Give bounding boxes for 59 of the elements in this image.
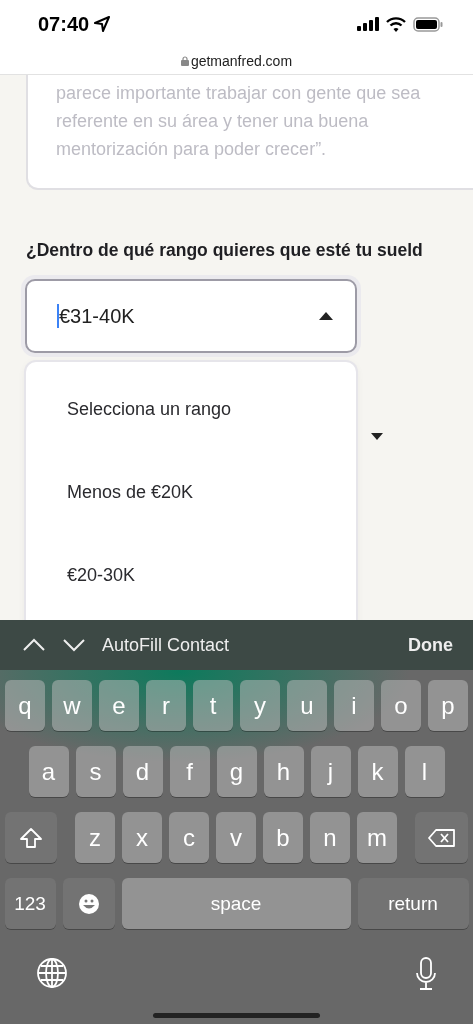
letter-key[interactable]: u [287, 680, 327, 731]
url-text[interactable]: getmanfred.com [190, 53, 293, 69]
letter-key[interactable]: y [240, 680, 280, 731]
autofill-label[interactable]: AutoFill Contact [102, 634, 392, 656]
clock-time: 07:40 [38, 12, 90, 36]
letter-key[interactable]: i [334, 680, 374, 731]
done-button[interactable]: Done [408, 634, 453, 656]
backspace-icon [427, 827, 456, 848]
emoji-key[interactable] [62, 878, 115, 929]
menu-option[interactable]: Menos de €20K [26, 478, 356, 561]
salary-select[interactable]: €31-40K [25, 279, 357, 353]
microphone-icon[interactable] [415, 957, 437, 991]
chevron-down-icon[interactable] [62, 638, 86, 652]
smiley-icon [77, 892, 100, 915]
letter-key[interactable]: z [75, 812, 115, 863]
shift-arrow-icon [19, 826, 43, 849]
delete-key[interactable] [415, 812, 468, 863]
letter-key[interactable]: n [310, 812, 350, 863]
globe-icon[interactable] [36, 957, 68, 989]
shift-key[interactable] [5, 812, 57, 863]
letter-key[interactable]: p [428, 680, 468, 731]
letter-key[interactable]: m [357, 812, 397, 863]
letter-key[interactable]: r [146, 680, 186, 731]
caret-down-icon [371, 433, 383, 440]
chevron-up-icon[interactable] [22, 638, 46, 652]
menu-option[interactable]: €20-30K [26, 561, 356, 620]
letter-key[interactable]: o [381, 680, 421, 731]
caret-up-icon [319, 312, 333, 320]
letter-key[interactable]: v [216, 812, 256, 863]
question-label: ¿Dentro de qué rango quieres que esté tu sueld [26, 240, 424, 261]
answer-text-area[interactable]: parece importante trabajar con gente que sea referente en su área y tener una buena mentorización para poder crecer”. [26, 75, 473, 190]
letter-key[interactable]: a [28, 746, 69, 797]
letter-key[interactable]: f [169, 746, 210, 797]
letter-key[interactable]: c [169, 812, 209, 863]
letter-key[interactable]: t [193, 680, 233, 731]
letter-key[interactable]: q [5, 680, 45, 731]
letter-key[interactable]: w [52, 680, 92, 731]
letter-key[interactable]: b [263, 812, 303, 863]
battery-icon [413, 16, 443, 32]
return-key[interactable]: return [357, 878, 469, 929]
space-bar[interactable]: space [121, 878, 351, 929]
letter-key[interactable]: k [357, 746, 398, 797]
letter-key[interactable]: d [122, 746, 163, 797]
lock-icon [180, 56, 189, 66]
letter-key[interactable]: h [263, 746, 304, 797]
letter-key[interactable]: j [310, 746, 351, 797]
text-cursor [57, 304, 59, 328]
letter-key[interactable]: e [99, 680, 139, 731]
numbers-key[interactable]: 123 [4, 878, 56, 929]
letter-key[interactable]: l [404, 746, 445, 797]
wifi-icon [386, 16, 406, 32]
letter-key[interactable]: x [122, 812, 162, 863]
signal-icon [357, 17, 379, 31]
menu-option[interactable]: Selecciona un rango [26, 395, 356, 478]
letter-key[interactable]: s [75, 746, 116, 797]
letter-key[interactable]: g [216, 746, 257, 797]
selected-value: €31-40K [59, 304, 136, 328]
location-arrow-icon [94, 16, 111, 32]
answer-text: parece importante trabajar con gente que sea referente en su área y tener una buena mentorización para poder crecer”. [56, 82, 422, 161]
